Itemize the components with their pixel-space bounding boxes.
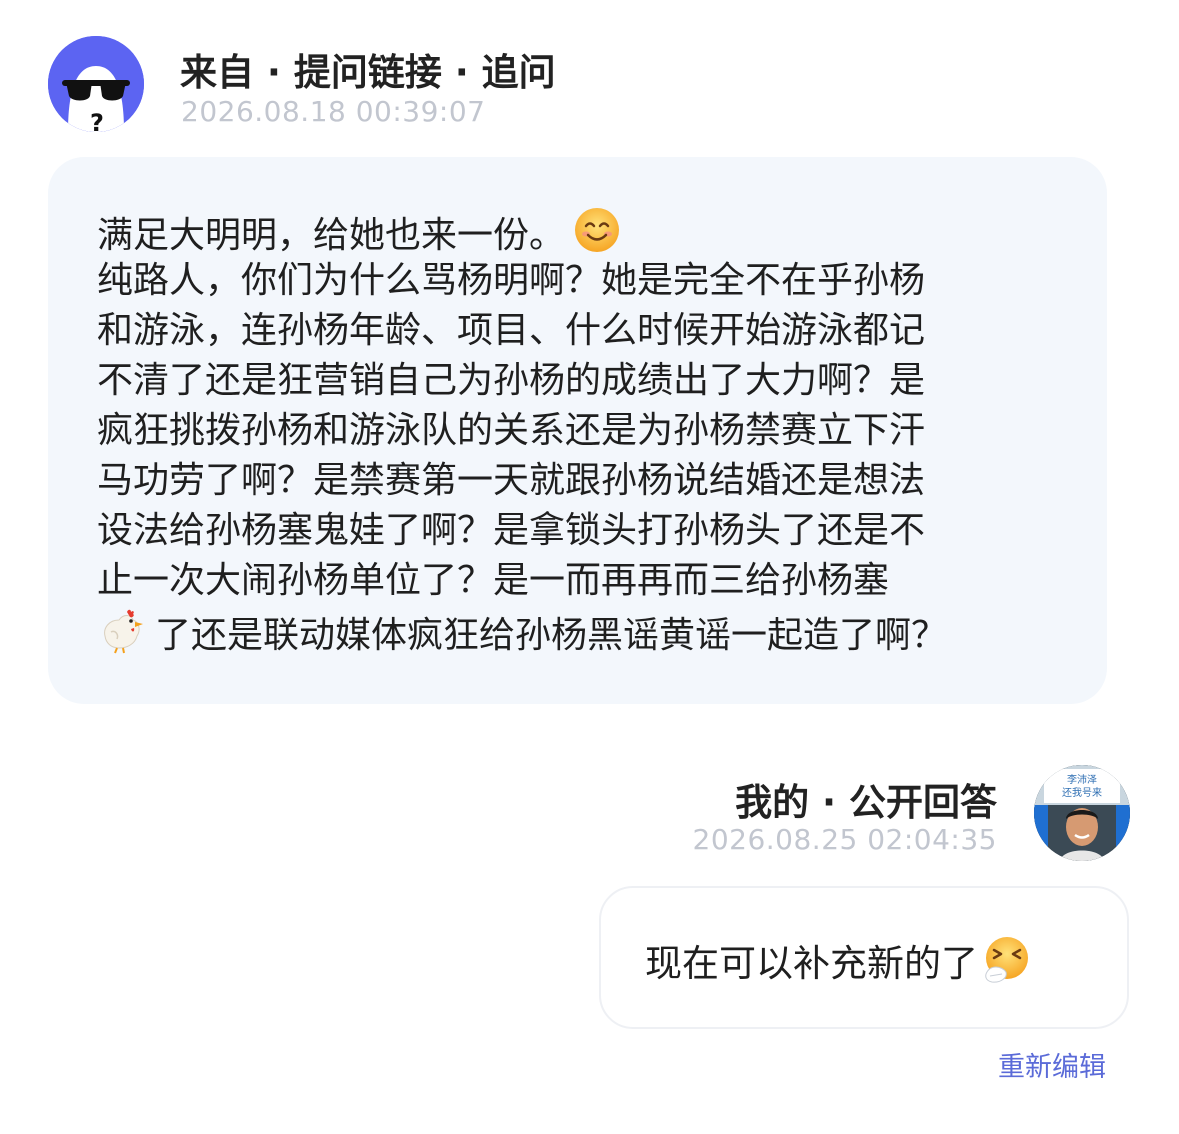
- sunglasses-ghost-icon: ?: [48, 36, 144, 132]
- question-line: 马功劳了啊？是禁赛第一天就跟孙杨说结婚还是想法: [97, 460, 926, 501]
- answer-title: 我的 · 公开回答: [735, 781, 997, 824]
- sneezing-face-icon: [982, 934, 1032, 997]
- question-line: 满足大明明，给她也来一份。: [97, 206, 1057, 256]
- qa-thread: ? 来自 · 提问链接 · 追问 2026.08.18 00:39:07 满足大…: [0, 0, 1179, 1134]
- question-source-title: 来自 · 提问链接 · 追问: [180, 51, 556, 94]
- user-photo-icon: 李沛泽 还我号来: [1034, 765, 1130, 861]
- avatar-sign-line2: 还我号来: [1062, 787, 1102, 799]
- question-line: 和游泳，连孙杨年龄、项目、什么时候开始游泳都记: [97, 310, 926, 351]
- question-line: 了还是联动媒体疯狂给孙杨黑谣黄谣一起造了啊？: [97, 606, 1057, 656]
- svg-text:?: ?: [90, 109, 104, 132]
- question-line: 设法给孙杨塞鬼娃了啊？是拿锁头打孙杨头了还是不: [97, 510, 926, 551]
- question-line: 纯路人，你们为什么骂杨明啊？她是完全不在乎孙杨: [97, 260, 926, 301]
- answerer-avatar[interactable]: 李沛泽 还我号来: [1034, 765, 1130, 861]
- question-line: 止一次大闹孙杨单位了？是一而再再而三给孙杨塞: [97, 560, 890, 601]
- question-line: 疯狂挑拨孙杨和游泳队的关系还是为孙杨禁赛立下汗: [97, 410, 926, 451]
- question-timestamp: 2026.08.18 00:39:07: [181, 95, 486, 128]
- question-line: 不清了还是狂营销自己为孙杨的成绩出了大力啊？是: [97, 360, 926, 401]
- question-text: 满足大明明，给她也来一份。 纯路人，你们为什么骂杨明啊？她是完全不在乎孙杨 和游…: [97, 206, 1057, 656]
- avatar-sign-line1: 李沛泽: [1067, 773, 1097, 786]
- re-edit-link[interactable]: 重新编辑: [998, 1045, 1106, 1084]
- answer-text: 现在可以补充新的了: [645, 934, 1032, 985]
- answer-timestamp: 2026.08.25 02:04:35: [692, 823, 997, 856]
- chicken-icon: [97, 606, 145, 668]
- questioner-avatar[interactable]: ?: [48, 36, 144, 132]
